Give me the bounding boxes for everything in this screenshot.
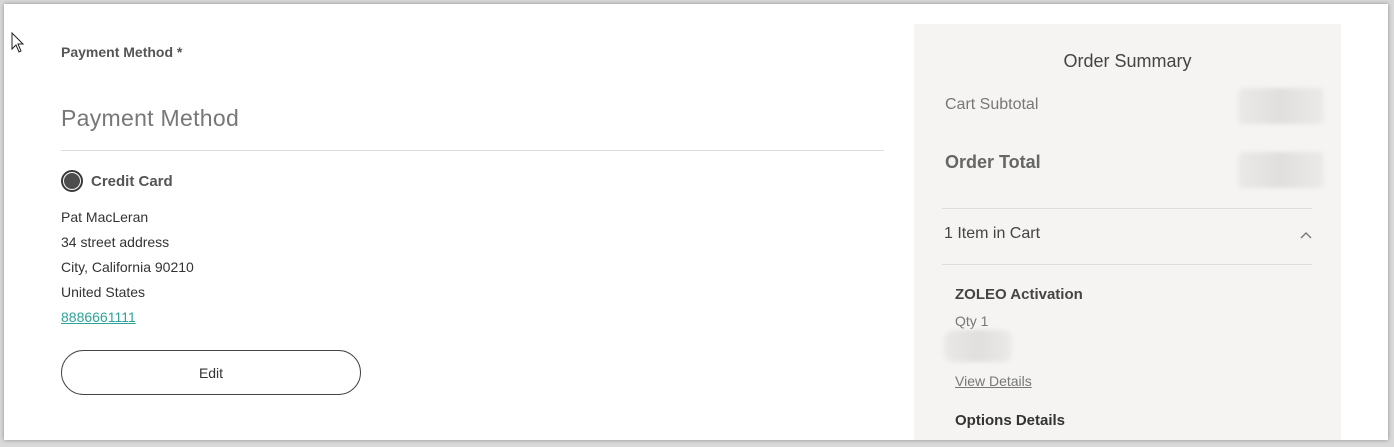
order-summary-panel: Order Summary Cart Subtotal Order Total … (914, 24, 1341, 440)
order-summary-title: Order Summary (1063, 51, 1192, 71)
mouse-pointer-icon (11, 32, 25, 53)
section-divider (61, 150, 884, 151)
cart-item-qty: Qty 1 (955, 313, 989, 329)
options-details-heading: Options Details (955, 412, 1066, 429)
address-street: 34 street address (61, 234, 170, 250)
cart-subtotal-label: Cart Subtotal (945, 96, 1039, 113)
payment-method-heading: Payment Method (61, 105, 240, 131)
view-details-link[interactable]: View Details (955, 373, 1032, 389)
credit-card-option[interactable]: Credit Card (61, 170, 173, 192)
items-in-cart-toggle[interactable]: 1 Item in Cart (944, 225, 1040, 243)
credit-card-label[interactable]: Credit Card (91, 173, 173, 190)
chevron-up-icon[interactable] (1299, 230, 1313, 240)
summary-divider (942, 264, 1312, 265)
phone-link[interactable]: 8886661111 (61, 309, 136, 325)
cart-item-price-redacted (944, 330, 1012, 362)
edit-button[interactable]: Edit (61, 350, 361, 395)
payment-section: Payment Method * Payment Method Credit C… (61, 4, 884, 440)
order-total-label: Order Total (945, 152, 1041, 172)
billing-address: Pat MacLeran 34 street address City, Cal… (61, 209, 194, 334)
summary-divider (942, 208, 1312, 209)
address-name: Pat MacLeran (61, 209, 149, 225)
cart-subtotal-value-redacted (1238, 88, 1324, 124)
order-total-value-redacted (1238, 152, 1324, 188)
credit-card-radio[interactable] (61, 170, 83, 192)
radio-selected-dot (64, 173, 80, 189)
cart-item-name: ZOLEO Activation (955, 286, 1083, 303)
address-country: United States (61, 284, 146, 300)
payment-method-required-label: Payment Method * (61, 44, 183, 60)
address-city: City, California 90210 (61, 259, 194, 275)
checkout-window: Payment Method * Payment Method Credit C… (4, 4, 1388, 440)
